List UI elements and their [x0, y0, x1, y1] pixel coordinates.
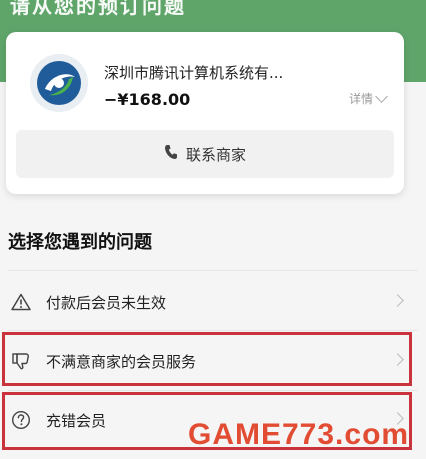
contact-merchant-button[interactable]: 联系商家	[16, 130, 394, 178]
chevron-right-icon	[391, 294, 404, 307]
detail-label: 详情	[348, 92, 373, 106]
divider	[8, 390, 418, 391]
problem-section-title: 选择您遇到的问题	[8, 232, 152, 253]
detail-toggle[interactable]: 详情	[348, 90, 388, 107]
watermark-logo: GAME773.com	[188, 418, 410, 451]
merchant-card: 深圳市腾讯计算机系统有... −¥168.00 详情 联系商家	[6, 32, 404, 194]
highlight-box	[2, 332, 412, 386]
problem-item-not-effective[interactable]: 付款后会员未生效	[8, 274, 412, 330]
order-amount: −¥168.00	[104, 90, 191, 109]
chevron-down-icon	[375, 90, 388, 103]
phone-icon	[164, 144, 178, 164]
merchant-name: 深圳市腾讯计算机系统有...	[104, 64, 284, 82]
contact-label: 联系商家	[185, 145, 246, 164]
page-title: 请从您的预订问题	[10, 0, 186, 18]
merchant-logo	[30, 54, 88, 112]
warning-icon	[10, 291, 32, 313]
problem-label: 付款后会员未生效	[46, 293, 167, 312]
divider	[8, 270, 418, 271]
divider	[8, 330, 418, 331]
